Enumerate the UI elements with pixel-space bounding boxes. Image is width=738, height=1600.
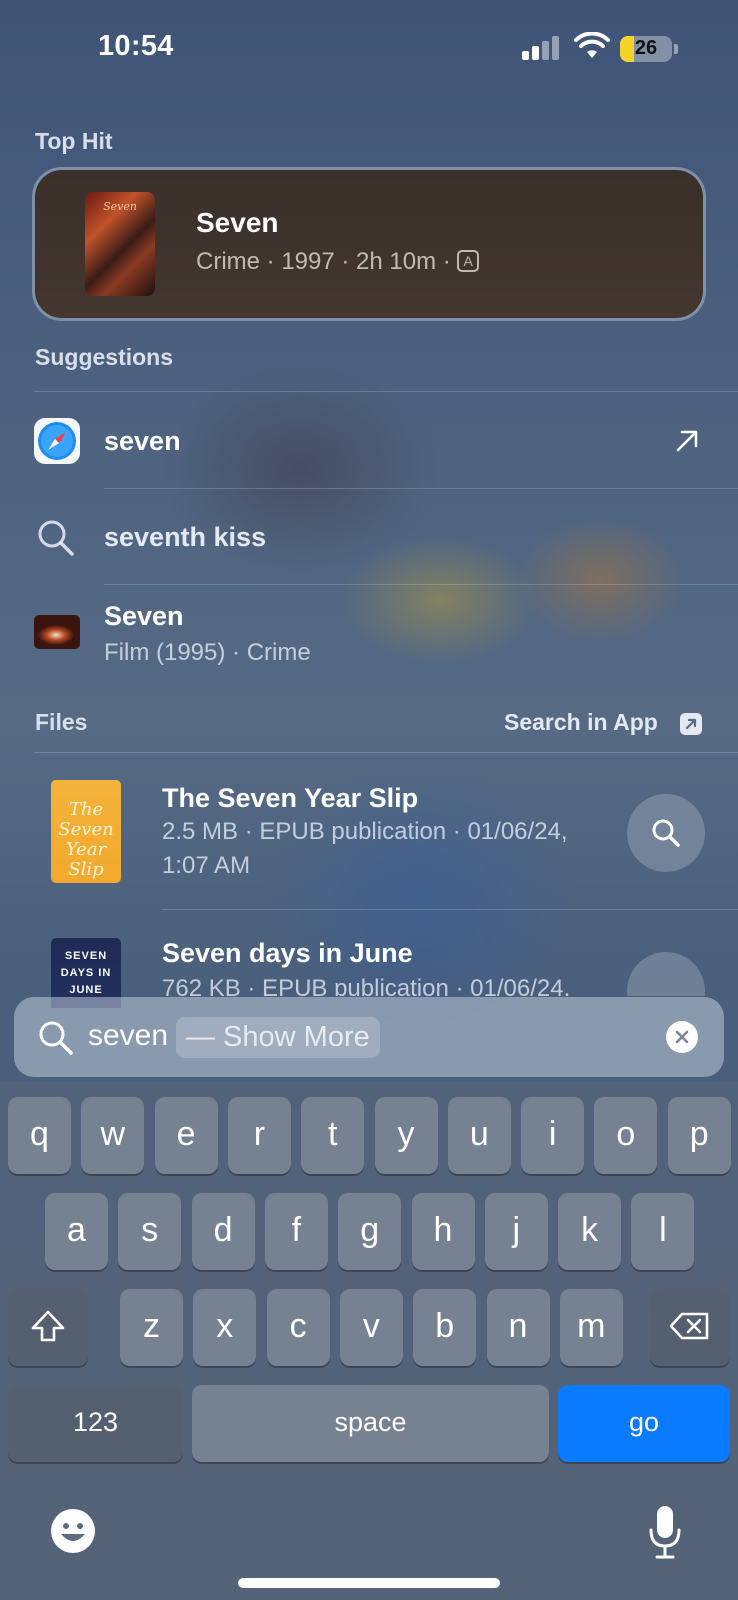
key-q[interactable]: q: [8, 1097, 71, 1174]
search-icon: [652, 819, 680, 847]
key-f[interactable]: f: [264, 1193, 328, 1270]
suggestions-label: Suggestions: [35, 344, 174, 370]
key-j[interactable]: j: [484, 1193, 548, 1270]
emoji-icon: [51, 1509, 95, 1553]
show-more-completion[interactable]: — Show More: [176, 1017, 380, 1058]
key-e[interactable]: e: [154, 1097, 218, 1174]
top-hit-subtitle: Crime · 1997 · 2h 10m · A: [196, 248, 479, 276]
key-o[interactable]: o: [594, 1097, 658, 1174]
key-n[interactable]: n: [486, 1289, 550, 1366]
book-cover-title: SEVEN DAYS IN JUNE: [60, 950, 112, 996]
dictation-key[interactable]: [648, 1504, 682, 1560]
search-icon: [38, 520, 74, 556]
shift-icon: [31, 1310, 65, 1342]
key-t[interactable]: t: [301, 1097, 365, 1174]
key-g[interactable]: g: [338, 1193, 402, 1270]
numbers-key[interactable]: 123: [8, 1385, 183, 1462]
key-m[interactable]: m: [559, 1289, 623, 1366]
book-cover: The Seven Year Slip: [51, 780, 121, 883]
file-title: Seven days in June: [162, 938, 413, 968]
poster-title: Seven: [103, 200, 137, 213]
film-thumbnail: [34, 615, 80, 649]
microphone-icon: [649, 1506, 681, 1559]
suggestion-subtitle: Film (1995) · Crime: [104, 639, 311, 666]
key-l[interactable]: l: [631, 1193, 695, 1270]
shift-key[interactable]: [8, 1289, 88, 1366]
battery-percent: 26: [634, 37, 658, 59]
battery-nub: [674, 44, 678, 54]
file-search-button[interactable]: [627, 952, 705, 996]
space-key[interactable]: space: [192, 1385, 549, 1462]
top-hit-meta: Crime · 1997 · 2h 10m ·: [196, 248, 451, 275]
file-details: 2.5 MB · EPUB publication · 01/06/24,: [162, 818, 568, 845]
search-input[interactable]: seven: [88, 1019, 168, 1053]
key-c[interactable]: c: [266, 1289, 330, 1366]
key-a[interactable]: a: [45, 1193, 108, 1270]
suggestion-title: seven: [104, 426, 181, 456]
backspace-key[interactable]: [650, 1289, 730, 1366]
clear-search-button[interactable]: [666, 1021, 698, 1053]
file-time: 1:07 AM: [162, 852, 251, 879]
search-in-app-link[interactable]: Search in App: [504, 709, 658, 736]
file-search-button[interactable]: [627, 794, 705, 872]
key-s[interactable]: s: [118, 1193, 182, 1270]
key-b[interactable]: b: [413, 1289, 477, 1366]
suggestion-title: Seven: [104, 601, 184, 631]
safari-icon: [34, 418, 80, 464]
files-label: Files: [35, 709, 88, 735]
close-icon: [675, 1030, 689, 1044]
file-title: The Seven Year Slip: [162, 783, 419, 813]
go-key[interactable]: go: [558, 1385, 730, 1462]
wifi-icon: [574, 32, 610, 58]
search-icon: [39, 1021, 73, 1055]
key-y[interactable]: y: [374, 1097, 438, 1174]
key-i[interactable]: i: [521, 1097, 585, 1174]
top-hit-label: Top Hit: [35, 128, 113, 154]
movie-poster: Seven: [85, 192, 155, 296]
home-indicator: [238, 1578, 500, 1588]
key-h[interactable]: h: [411, 1193, 475, 1270]
backspace-icon: [669, 1312, 709, 1340]
battery-indicator: 26: [620, 36, 672, 62]
key-w[interactable]: w: [81, 1097, 145, 1174]
top-hit-title: Seven: [196, 207, 279, 238]
file-details: 762 KB · EPUB publication · 01/06/24,: [162, 975, 571, 996]
key-p[interactable]: p: [667, 1097, 731, 1174]
open-in-app-icon[interactable]: [680, 713, 702, 735]
key-d[interactable]: d: [191, 1193, 255, 1270]
status-time: 10:54: [98, 30, 174, 62]
key-z[interactable]: z: [120, 1289, 183, 1366]
key-k[interactable]: k: [558, 1193, 622, 1270]
suggestion-title: seventh kiss: [104, 522, 267, 552]
cellular-signal-icon: [522, 36, 562, 60]
emoji-key[interactable]: [50, 1508, 96, 1554]
key-x[interactable]: x: [193, 1289, 257, 1366]
key-v[interactable]: v: [339, 1289, 403, 1366]
key-u[interactable]: u: [447, 1097, 511, 1174]
arrow-up-right-icon: [676, 430, 698, 452]
book-cover-title: The Seven Year Slip: [58, 799, 114, 880]
rating-badge: A: [457, 250, 479, 272]
key-r[interactable]: r: [227, 1097, 291, 1174]
